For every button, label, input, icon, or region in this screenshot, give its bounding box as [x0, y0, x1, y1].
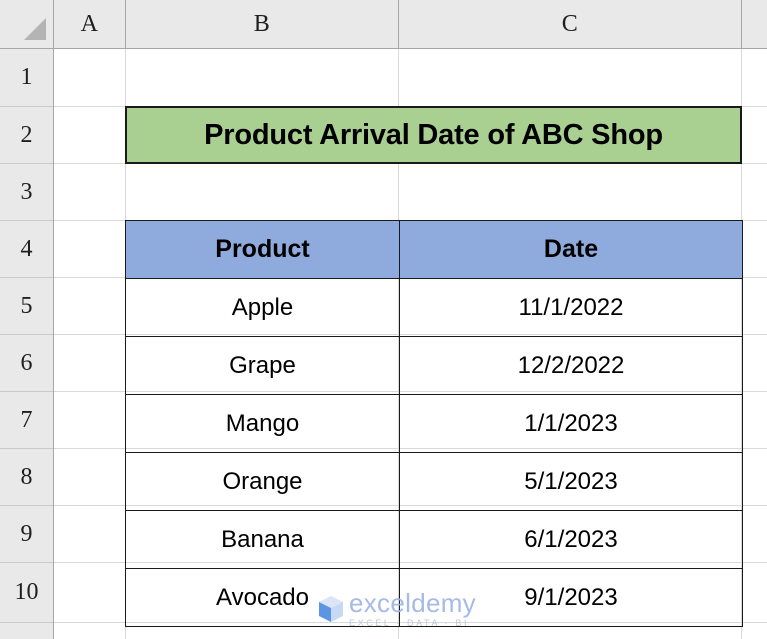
row-header-10[interactable]: 10: [0, 563, 53, 623]
cell-product[interactable]: Grape: [125, 336, 400, 395]
table-header-row: Product Date: [125, 220, 743, 279]
column-header-b[interactable]: B: [126, 0, 399, 48]
row-header-6[interactable]: 6: [0, 335, 53, 392]
data-table: Product Date Apple 11/1/2022 Grape 12/2/…: [125, 220, 743, 627]
cell-date[interactable]: 12/2/2022: [399, 336, 743, 395]
table-row: Mango 1/1/2023: [125, 394, 743, 453]
column-header-product[interactable]: Product: [125, 220, 400, 279]
column-header-date[interactable]: Date: [399, 220, 743, 279]
column-header-a[interactable]: A: [54, 0, 126, 48]
row-header-4[interactable]: 4: [0, 221, 53, 278]
cell-date[interactable]: 9/1/2023: [399, 568, 743, 627]
row-header-3[interactable]: 3: [0, 164, 53, 221]
cell-product[interactable]: Mango: [125, 394, 400, 453]
title-cell[interactable]: Product Arrival Date of ABC Shop: [125, 106, 742, 164]
row-header-1[interactable]: 1: [0, 49, 53, 107]
table-row: Avocado 9/1/2023: [125, 568, 743, 627]
cell-date[interactable]: 5/1/2023: [399, 452, 743, 511]
row-header-strip: 1 2 3 4 5 6 7 8 9 10: [0, 49, 54, 639]
row-header-partial[interactable]: [0, 623, 53, 639]
column-header-strip: A B C: [0, 0, 767, 49]
column-header-d[interactable]: [742, 0, 767, 48]
row-header-8[interactable]: 8: [0, 449, 53, 506]
select-all-triangle-icon: [24, 18, 46, 40]
cell-date[interactable]: 6/1/2023: [399, 510, 743, 569]
cell-date[interactable]: 11/1/2022: [399, 278, 743, 337]
row-header-5[interactable]: 5: [0, 278, 53, 335]
cell-date[interactable]: 1/1/2023: [399, 394, 743, 453]
spreadsheet-grid: Product Arrival Date of ABC Shop Product…: [0, 0, 767, 639]
row-header-7[interactable]: 7: [0, 392, 53, 449]
cell-product[interactable]: Avocado: [125, 568, 400, 627]
row-header-2[interactable]: 2: [0, 107, 53, 164]
cell-product[interactable]: Orange: [125, 452, 400, 511]
table-row: Apple 11/1/2022: [125, 278, 743, 337]
cell-product[interactable]: Apple: [125, 278, 400, 337]
cell-product[interactable]: Banana: [125, 510, 400, 569]
table-row: Banana 6/1/2023: [125, 510, 743, 569]
table-row: Orange 5/1/2023: [125, 452, 743, 511]
table-row: Grape 12/2/2022: [125, 336, 743, 395]
select-all-button[interactable]: [0, 0, 54, 48]
row-header-9[interactable]: 9: [0, 506, 53, 563]
column-header-c[interactable]: C: [399, 0, 742, 48]
